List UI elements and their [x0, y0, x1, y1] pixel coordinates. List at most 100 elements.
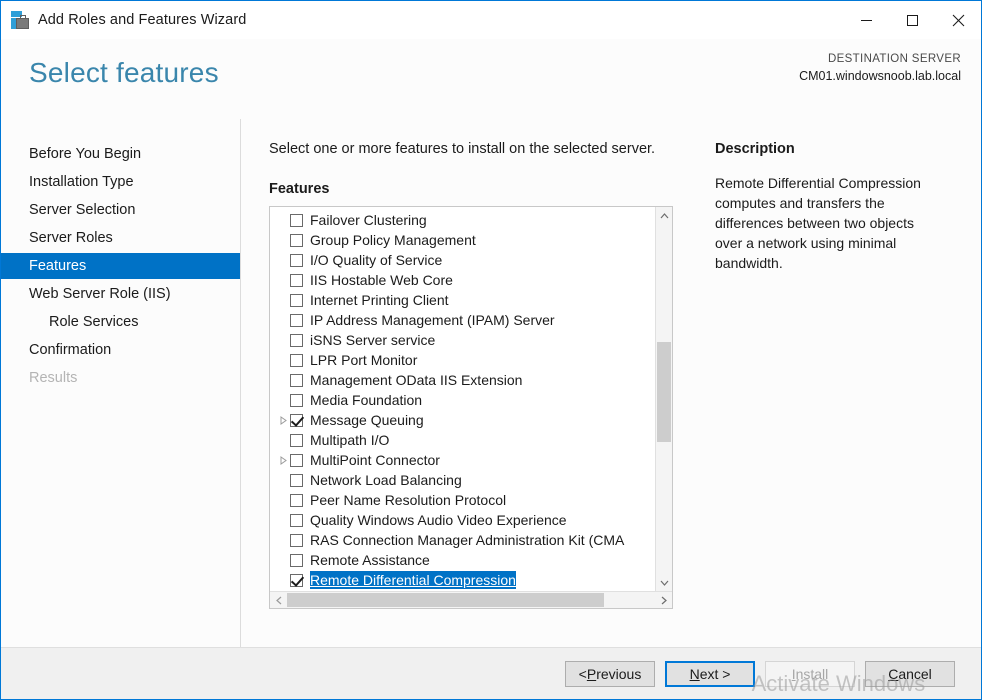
feature-checkbox[interactable] — [290, 213, 303, 227]
feature-row[interactable]: Media Foundation — [270, 390, 655, 410]
feature-checkbox[interactable] — [290, 333, 303, 347]
feature-row[interactable]: Failover Clustering — [270, 210, 655, 230]
feature-row[interactable]: LPR Port Monitor — [270, 350, 655, 370]
feature-checkbox[interactable] — [290, 433, 303, 447]
feature-checkbox[interactable] — [290, 553, 303, 567]
page-header: Select features DESTINATION SERVER CM01.… — [1, 39, 981, 119]
sidebar-item-label: Features — [29, 258, 87, 274]
feature-row[interactable]: Remote Differential Compression — [270, 570, 655, 590]
feature-row[interactable]: Group Policy Management — [270, 230, 655, 250]
feature-label: Peer Name Resolution Protocol — [310, 492, 507, 508]
scroll-up-button[interactable] — [656, 207, 672, 224]
feature-label: IIS Hostable Web Core — [310, 272, 453, 288]
feature-row[interactable]: Multipath I/O — [270, 430, 655, 450]
features-listbox[interactable]: Failover Clustering Group Policy Manageme… — [269, 206, 673, 609]
sidebar-item-confirmation[interactable]: Confirmation — [1, 337, 240, 363]
feature-row[interactable]: IIS Hostable Web Core — [270, 270, 655, 290]
cancel-button[interactable]: Cancel — [865, 660, 955, 687]
sidebar-item-installation-type[interactable]: Installation Type — [1, 169, 240, 195]
wizard-footer: < Previous Next > Install Cancel Activat… — [1, 647, 981, 700]
chevron-down-icon — [660, 580, 668, 586]
vertical-scroll-track[interactable] — [656, 224, 672, 574]
feature-row[interactable]: Internet Printing Client — [270, 290, 655, 310]
previous-button[interactable]: < Previous — [565, 660, 655, 687]
vertical-scroll-thumb[interactable] — [657, 342, 671, 442]
destination-server-name: CM01.windowsnoob.lab.local — [799, 69, 961, 83]
feature-checkbox[interactable] — [290, 273, 303, 287]
feature-label: Group Policy Management — [310, 232, 476, 248]
features-vertical-scrollbar[interactable] — [655, 207, 672, 591]
sidebar-item-role-services[interactable]: Role Services — [1, 309, 240, 335]
feature-row[interactable]: Remote Assistance — [270, 550, 655, 570]
horizontal-scroll-track[interactable] — [287, 592, 655, 608]
features-list-rows[interactable]: Failover Clustering Group Policy Manageme… — [270, 207, 655, 591]
main-content: Select one or more features to install o… — [241, 119, 703, 647]
add-roles-and-features-wizard-window: Add Roles and Features Wizard Select fea… — [0, 0, 982, 700]
feature-checkbox[interactable] — [290, 413, 303, 427]
sidebar-item-before-you-begin[interactable]: Before You Begin — [1, 141, 240, 167]
feature-checkbox[interactable] — [290, 513, 303, 527]
expand-triangle-icon[interactable] — [276, 410, 290, 430]
sidebar-item-features[interactable]: Features — [1, 253, 240, 279]
window-controls — [843, 1, 981, 39]
feature-checkbox[interactable] — [290, 573, 303, 587]
feature-checkbox[interactable] — [290, 473, 303, 487]
feature-checkbox[interactable] — [290, 393, 303, 407]
sidebar-item-label: Web Server Role (IIS) — [29, 286, 171, 302]
window-title: Add Roles and Features Wizard — [38, 12, 247, 28]
feature-label: Remote Assistance — [310, 552, 430, 568]
close-icon — [952, 14, 964, 26]
sidebar-item-server-roles[interactable]: Server Roles — [1, 225, 240, 251]
sidebar-item-results: Results — [1, 365, 240, 391]
feature-row[interactable]: I/O Quality of Service — [270, 250, 655, 270]
feature-checkbox[interactable] — [290, 293, 303, 307]
feature-row[interactable]: Management OData IIS Extension — [270, 370, 655, 390]
feature-checkbox[interactable] — [290, 493, 303, 507]
destination-server-block: DESTINATION SERVER CM01.windowsnoob.lab.… — [799, 51, 961, 85]
feature-checkbox[interactable] — [290, 453, 303, 467]
destination-server-label: DESTINATION SERVER — [827, 53, 961, 65]
feature-row[interactable]: RAS Connection Manager Administration Ki… — [270, 530, 655, 550]
page-title: Select features — [29, 57, 219, 88]
minimize-button[interactable] — [843, 1, 889, 39]
feature-checkbox[interactable] — [290, 313, 303, 327]
scroll-right-button[interactable] — [655, 592, 672, 608]
feature-checkbox[interactable] — [290, 533, 303, 547]
scroll-down-button[interactable] — [656, 574, 672, 591]
feature-label: Management OData IIS Extension — [310, 372, 523, 388]
scroll-left-button[interactable] — [270, 592, 287, 608]
features-section-label: Features — [269, 181, 330, 197]
close-button[interactable] — [935, 1, 981, 39]
feature-checkbox[interactable] — [290, 373, 303, 387]
feature-label: Media Foundation — [310, 392, 423, 408]
feature-checkbox[interactable] — [290, 353, 303, 367]
feature-row[interactable]: Network Load Balancing — [270, 470, 655, 490]
feature-row[interactable]: MultiPoint Connector — [270, 450, 655, 470]
feature-row[interactable]: Peer Name Resolution Protocol — [270, 490, 655, 510]
sidebar-item-label: Before You Begin — [29, 146, 142, 162]
expand-triangle-icon[interactable] — [276, 450, 290, 470]
feature-row[interactable]: Quality Windows Audio Video Experience — [270, 510, 655, 530]
sidebar-item-web-server-role-iis[interactable]: Web Server Role (IIS) — [1, 281, 240, 307]
sidebar-item-server-selection[interactable]: Server Selection — [1, 197, 240, 223]
chevron-left-icon — [275, 596, 281, 604]
features-horizontal-scrollbar[interactable] — [270, 591, 672, 608]
maximize-button[interactable] — [889, 1, 935, 39]
feature-row[interactable]: IP Address Management (IPAM) Server — [270, 310, 655, 330]
feature-row[interactable]: iSNS Server service — [270, 330, 655, 350]
feature-checkbox[interactable] — [290, 253, 303, 267]
sidebar-item-label: Server Roles — [29, 230, 113, 246]
next-button[interactable]: Next > — [665, 660, 755, 687]
feature-checkbox[interactable] — [290, 233, 303, 247]
sidebar-item-label: Installation Type — [29, 174, 134, 190]
feature-row[interactable]: Message Queuing — [270, 410, 655, 430]
horizontal-scroll-thumb[interactable] — [287, 593, 604, 607]
feature-label: I/O Quality of Service — [310, 252, 443, 268]
